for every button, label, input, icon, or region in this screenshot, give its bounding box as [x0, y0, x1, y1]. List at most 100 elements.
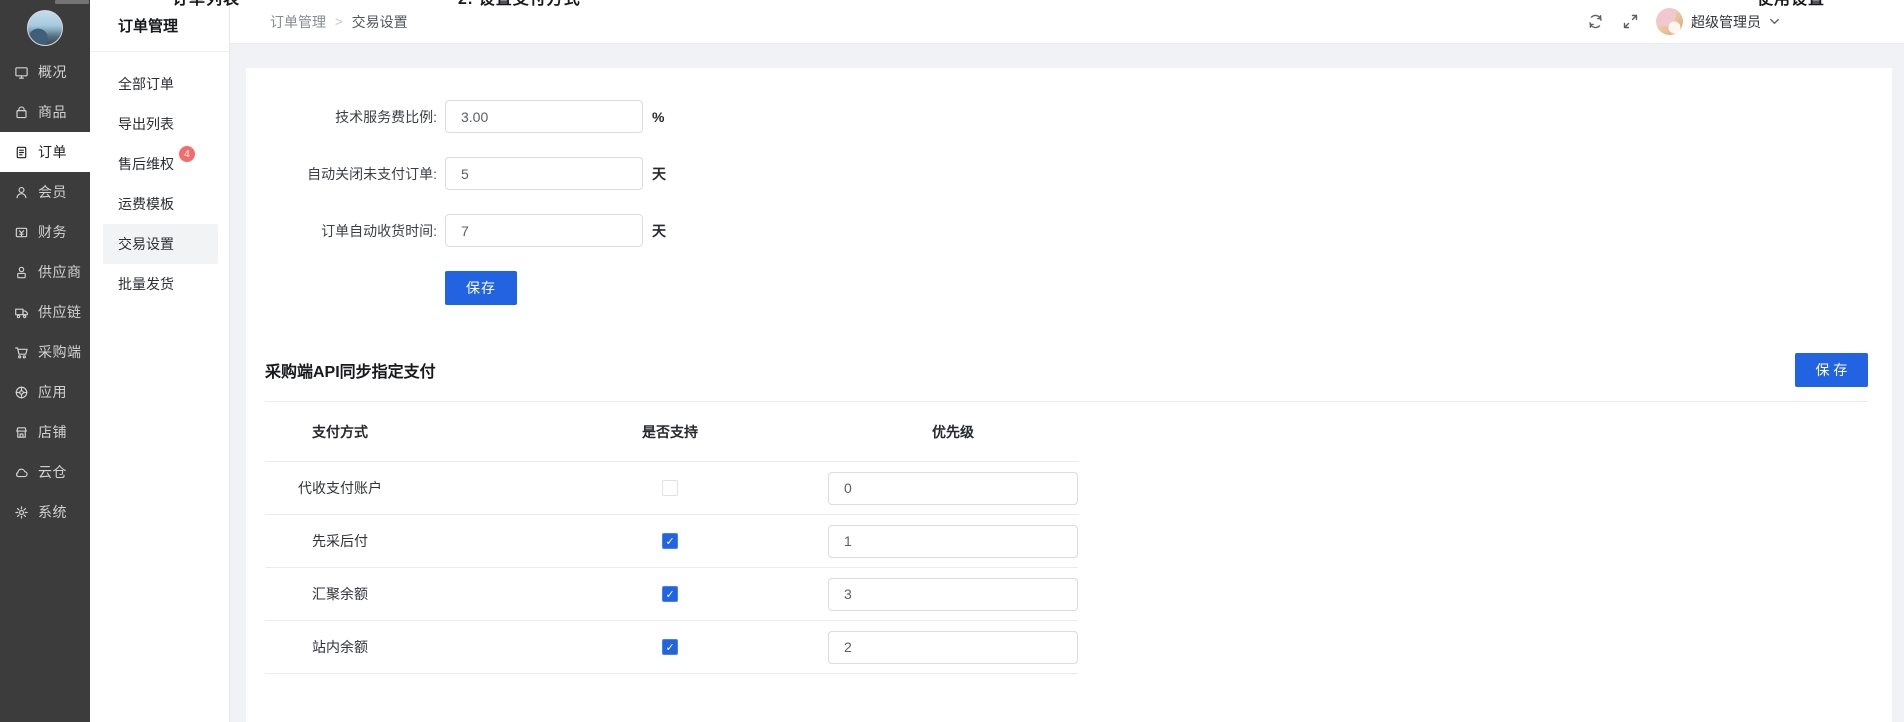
- table-row: 站内余额: [265, 621, 1078, 674]
- system-icon: [13, 504, 29, 520]
- submenu-item-freight-template[interactable]: 运费模板: [103, 184, 218, 224]
- sidebar-item-label: 订单: [38, 142, 67, 162]
- sidebar-item-label: 商品: [38, 102, 67, 122]
- sidebar-item-system[interactable]: 系统: [0, 492, 90, 532]
- support-checkbox[interactable]: [662, 533, 678, 549]
- logo-image: [27, 10, 63, 46]
- user-menu[interactable]: 超级管理员: [1656, 8, 1780, 35]
- shop-icon: [13, 424, 29, 440]
- breadcrumb-current: 交易设置: [352, 12, 408, 32]
- auto-receive-input[interactable]: [445, 214, 643, 247]
- clipped-text-fragment: 使用设置: [1757, 0, 1825, 6]
- service-fee-label: 技术服务费比例:: [265, 107, 437, 127]
- col-header-priority: 优先级: [828, 422, 1078, 442]
- sidebar-item-goods[interactable]: 商品: [0, 92, 90, 132]
- priority-input[interactable]: [828, 578, 1078, 611]
- sidebar-item-label: 店铺: [38, 422, 67, 442]
- breadcrumb: 订单管理 > 交易设置: [270, 12, 408, 32]
- sidebar-item-apps[interactable]: 应用: [0, 372, 90, 412]
- user-name: 超级管理员: [1691, 12, 1761, 32]
- service-fee-suffix: %: [652, 109, 664, 125]
- sidebar-item-overview[interactable]: 概况: [0, 52, 90, 92]
- apps-icon: [13, 384, 29, 400]
- fullscreen-icon[interactable]: [1621, 13, 1639, 31]
- form-row: 技术服务费比例: %: [265, 100, 1892, 133]
- support-checkbox[interactable]: [662, 639, 678, 655]
- refresh-icon[interactable]: [1586, 13, 1604, 31]
- table-row: 先采后付: [265, 515, 1078, 568]
- table-row: 汇聚余额: [265, 568, 1078, 621]
- clipped-pixels: [55, 0, 89, 4]
- trade-settings-form: 技术服务费比例: % 自动关闭未支付订单: 天 订单自动收货时间: 天 保存: [265, 68, 1892, 305]
- payment-method-name: 先采后付: [265, 531, 415, 551]
- breadcrumb-separator: >: [335, 14, 343, 29]
- submenu-item-batch-shipping[interactable]: 批量发货: [103, 264, 218, 304]
- main-area: 技术服务费比例: % 自动关闭未支付订单: 天 订单自动收货时间: 天 保存 采…: [230, 44, 1904, 722]
- payment-methods-table: 支付方式 是否支持 优先级 代收支付账户 先采后付 汇聚余额 站内余额: [265, 402, 1078, 674]
- primary-sidebar: 概况 商品 订单 会员 财务 供应商 供应链 采购端 应用 店铺 云仓: [0, 0, 90, 722]
- support-checkbox[interactable]: [662, 480, 678, 496]
- payment-method-name: 代收支付账户: [265, 478, 415, 498]
- procurement-icon: [13, 344, 29, 360]
- priority-input[interactable]: [828, 631, 1078, 664]
- sidebar-item-label: 采购端: [38, 342, 82, 362]
- breadcrumb-parent[interactable]: 订单管理: [270, 12, 326, 32]
- sidebar-item-finance[interactable]: 财务: [0, 212, 90, 252]
- user-avatar: [1656, 8, 1683, 35]
- payment-section-title: 采购端API同步指定支付: [265, 358, 436, 382]
- submenu-item-all-orders[interactable]: 全部订单: [103, 64, 218, 104]
- sidebar-item-members[interactable]: 会员: [0, 172, 90, 212]
- overview-icon: [13, 64, 29, 80]
- submenu-title: 订单管理: [90, 0, 229, 52]
- sidebar-item-label: 系统: [38, 502, 67, 522]
- sidebar-item-label: 概况: [38, 62, 67, 82]
- sidebar-item-cloud-warehouse[interactable]: 云仓: [0, 452, 90, 492]
- section-save-button[interactable]: 保 存: [1795, 353, 1868, 387]
- sidebar-item-supplier[interactable]: 供应商: [0, 252, 90, 292]
- service-fee-input[interactable]: [445, 100, 643, 133]
- members-icon: [13, 184, 29, 200]
- submenu-item-label: 交易设置: [118, 234, 174, 254]
- sidebar-item-orders[interactable]: 订单: [0, 132, 90, 172]
- auto-close-input[interactable]: [445, 157, 643, 190]
- sidebar-item-procurement[interactable]: 采购端: [0, 332, 90, 372]
- settings-card: 技术服务费比例: % 自动关闭未支付订单: 天 订单自动收货时间: 天 保存 采…: [246, 68, 1892, 722]
- secondary-sidebar: 订单管理 全部订单 导出列表 售后维权 4 运费模板 交易设置 批量发货: [90, 0, 230, 722]
- supply-chain-icon: [13, 304, 29, 320]
- submenu-item-export-list[interactable]: 导出列表: [103, 104, 218, 144]
- finance-icon: [13, 224, 29, 240]
- sidebar-item-label: 财务: [38, 222, 67, 242]
- submenu-item-after-sales[interactable]: 售后维权 4: [103, 144, 218, 184]
- priority-input[interactable]: [828, 472, 1078, 505]
- submenu-item-label: 售后维权: [118, 154, 174, 174]
- submenu-item-trade-settings[interactable]: 交易设置: [103, 224, 218, 264]
- clipped-text-fragment: 订单列表: [172, 0, 240, 6]
- cloud-warehouse-icon: [13, 464, 29, 480]
- sidebar-item-label: 会员: [38, 182, 67, 202]
- auto-close-label: 自动关闭未支付订单:: [265, 164, 437, 184]
- col-header-payment-method: 支付方式: [265, 422, 415, 442]
- chevron-down-icon: [1769, 14, 1780, 30]
- payment-section-header: 采购端API同步指定支付 保 存: [265, 353, 1892, 387]
- table-row: 代收支付账户: [265, 462, 1078, 515]
- app-logo[interactable]: [0, 0, 90, 52]
- topbar: 订单管理 > 交易设置 超级管理员: [230, 0, 1904, 44]
- sidebar-item-label: 应用: [38, 382, 67, 402]
- clipped-text-fragment: 2. 设置支付方式: [458, 0, 581, 6]
- after-sales-count-badge: 4: [179, 146, 195, 162]
- sidebar-item-label: 供应商: [38, 262, 82, 282]
- priority-input[interactable]: [828, 525, 1078, 558]
- auto-close-suffix: 天: [652, 164, 666, 184]
- auto-receive-suffix: 天: [652, 221, 666, 241]
- form-save-button[interactable]: 保存: [445, 271, 517, 305]
- form-row: 自动关闭未支付订单: 天: [265, 157, 1892, 190]
- submenu-item-label: 导出列表: [118, 114, 174, 134]
- sidebar-item-shop[interactable]: 店铺: [0, 412, 90, 452]
- orders-icon: [13, 144, 29, 160]
- support-checkbox[interactable]: [662, 586, 678, 602]
- payment-method-name: 站内余额: [265, 637, 415, 657]
- goods-icon: [13, 104, 29, 120]
- sidebar-item-supply-chain[interactable]: 供应链: [0, 292, 90, 332]
- form-row: 订单自动收货时间: 天: [265, 214, 1892, 247]
- submenu-item-label: 运费模板: [118, 194, 174, 214]
